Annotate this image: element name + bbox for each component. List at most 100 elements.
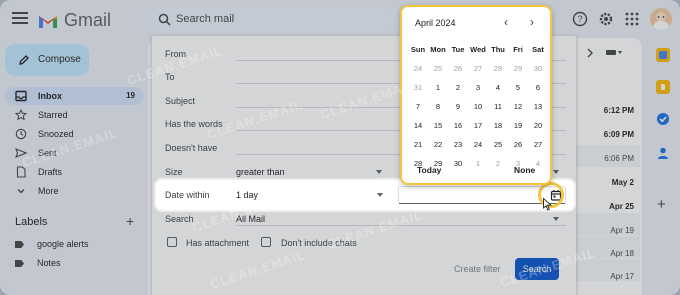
tasks-app-icon[interactable] — [656, 112, 670, 126]
calendar-day[interactable]: 31 — [408, 78, 428, 97]
sidebar-item-label: Drafts — [38, 167, 63, 177]
input-tools-icon[interactable] — [606, 49, 622, 57]
chevron-down-icon[interactable] — [376, 170, 382, 174]
sidebar-item-more[interactable]: More — [5, 182, 143, 200]
calendar-week-row: 24 25 26 27 28 29 30 — [408, 59, 548, 78]
weekday-header: Thu — [491, 45, 505, 54]
chevron-down-icon[interactable] — [553, 217, 559, 221]
size-select-underline — [236, 178, 378, 179]
calendar-day[interactable]: 19 — [508, 116, 528, 135]
calendar-day[interactable]: 14 — [408, 116, 428, 135]
calendar-day[interactable]: 7 — [408, 97, 428, 116]
calendar-day[interactable]: 6 — [528, 78, 548, 97]
calendar-day[interactable]: 17 — [468, 116, 488, 135]
calendar-day[interactable]: 25 — [488, 135, 508, 154]
weekday-header: Sat — [532, 45, 544, 54]
calendar-day[interactable]: 20 — [528, 116, 548, 135]
mail-row-date: 6:09 PM — [603, 130, 634, 139]
compose-label: Compose — [38, 54, 81, 65]
calendar-day[interactable]: 24 — [408, 59, 428, 78]
account-avatar[interactable] — [650, 8, 672, 30]
date-within-label: Date within — [165, 190, 210, 200]
search-placeholder: Search mail — [176, 13, 235, 25]
search-bar[interactable]: Search mail — [150, 8, 400, 32]
gmail-m-icon — [39, 15, 57, 28]
calendar-day[interactable]: 10 — [468, 97, 488, 116]
none-button[interactable]: None — [514, 165, 535, 175]
keep-app-icon[interactable] — [656, 80, 670, 94]
calendar-day[interactable]: 21 — [408, 135, 428, 154]
exclude-chats-label: Don't include chats — [281, 238, 357, 248]
exclude-chats-checkbox[interactable] — [261, 237, 271, 247]
calendar-app-icon[interactable] — [656, 48, 670, 62]
calendar-day[interactable]: 8 — [428, 97, 448, 116]
calendar-day[interactable]: 3 — [468, 78, 488, 97]
calendar-day[interactable]: 1 — [468, 154, 488, 173]
add-label-button[interactable]: + — [126, 213, 134, 229]
calendar-week-row: 31 1 2 3 4 5 6 — [408, 78, 548, 97]
calendar-day[interactable]: 5 — [508, 78, 528, 97]
apps-grid-icon[interactable] — [624, 11, 640, 27]
sidebar-item-snoozed[interactable]: Snoozed — [5, 125, 143, 143]
gmail-logo[interactable]: Gmail — [38, 10, 111, 31]
calendar-day[interactable]: 26 — [508, 135, 528, 154]
get-addons-button[interactable]: + — [657, 196, 666, 213]
calendar-day[interactable]: 26 — [448, 59, 468, 78]
calendar-day[interactable]: 1 — [428, 78, 448, 97]
has-attachment-checkbox[interactable] — [167, 237, 177, 247]
settings-gear-icon[interactable] — [598, 11, 614, 27]
size-select[interactable]: greater than — [236, 167, 285, 177]
search-button[interactable]: Search — [515, 258, 559, 280]
calendar-day[interactable]: 28 — [488, 59, 508, 78]
calendar-week-row: 7 8 9 10 11 12 13 — [408, 97, 548, 116]
sidebar-item-label: Inbox — [38, 91, 62, 101]
search-scope-select[interactable]: All Mail — [236, 214, 265, 224]
label-tag-icon — [15, 260, 24, 267]
calendar-day[interactable]: 22 — [428, 135, 448, 154]
calendar-day[interactable]: 25 — [428, 59, 448, 78]
star-icon — [15, 109, 27, 121]
help-icon[interactable]: ? — [572, 11, 588, 27]
calendar-day[interactable]: 13 — [528, 97, 548, 116]
weekday-header: Wed — [470, 45, 486, 54]
calendar-day[interactable]: 18 — [488, 116, 508, 135]
previous-month-button[interactable]: ‹ — [504, 15, 508, 29]
size-unit-caret-icon[interactable] — [553, 170, 559, 174]
calendar-day[interactable]: 27 — [528, 135, 548, 154]
calendar-day[interactable]: 24 — [468, 135, 488, 154]
today-button[interactable]: Today — [417, 165, 441, 175]
chevron-down-icon[interactable] — [377, 193, 383, 197]
size-label: Size — [165, 167, 183, 177]
calendar-day[interactable]: 30 — [448, 154, 468, 173]
calendar-day[interactable]: 4 — [488, 78, 508, 97]
sidebar-item-inbox[interactable]: Inbox 19 — [5, 87, 143, 105]
chevron-down-icon — [17, 189, 25, 194]
sidebar-item-starred[interactable]: Starred — [5, 106, 143, 124]
calendar-day[interactable]: 29 — [508, 59, 528, 78]
calendar-day[interactable]: 2 — [488, 154, 508, 173]
sidebar-item-sent[interactable]: Sent — [5, 144, 143, 162]
contacts-app-icon[interactable] — [656, 146, 670, 160]
chevron-right-icon[interactable] — [585, 48, 595, 58]
sidebar-item-label: Starred — [38, 110, 68, 120]
labels-heading: Labels — [15, 216, 48, 228]
date-within-select[interactable]: 1 day — [236, 190, 258, 200]
calendar-day[interactable]: 11 — [488, 97, 508, 116]
calendar-day[interactable]: 12 — [508, 97, 528, 116]
calendar-day[interactable]: 27 — [468, 59, 488, 78]
calendar-day[interactable]: 16 — [448, 116, 468, 135]
calendar-day[interactable]: 15 — [428, 116, 448, 135]
create-filter-button[interactable]: Create filter — [454, 264, 501, 274]
label-tag-icon — [15, 241, 24, 248]
inbox-unread-count: 19 — [126, 91, 135, 100]
search-icon[interactable] — [158, 13, 171, 26]
top-bar: Gmail Search mail ? — [0, 0, 680, 40]
next-month-button[interactable]: › — [530, 15, 534, 29]
sidebar-item-drafts[interactable]: Drafts — [5, 163, 143, 181]
main-menu-icon[interactable] — [12, 12, 28, 26]
compose-button[interactable]: Compose — [5, 44, 89, 76]
calendar-day[interactable]: 23 — [448, 135, 468, 154]
calendar-day[interactable]: 30 — [528, 59, 548, 78]
calendar-day[interactable]: 2 — [448, 78, 468, 97]
calendar-day[interactable]: 9 — [448, 97, 468, 116]
